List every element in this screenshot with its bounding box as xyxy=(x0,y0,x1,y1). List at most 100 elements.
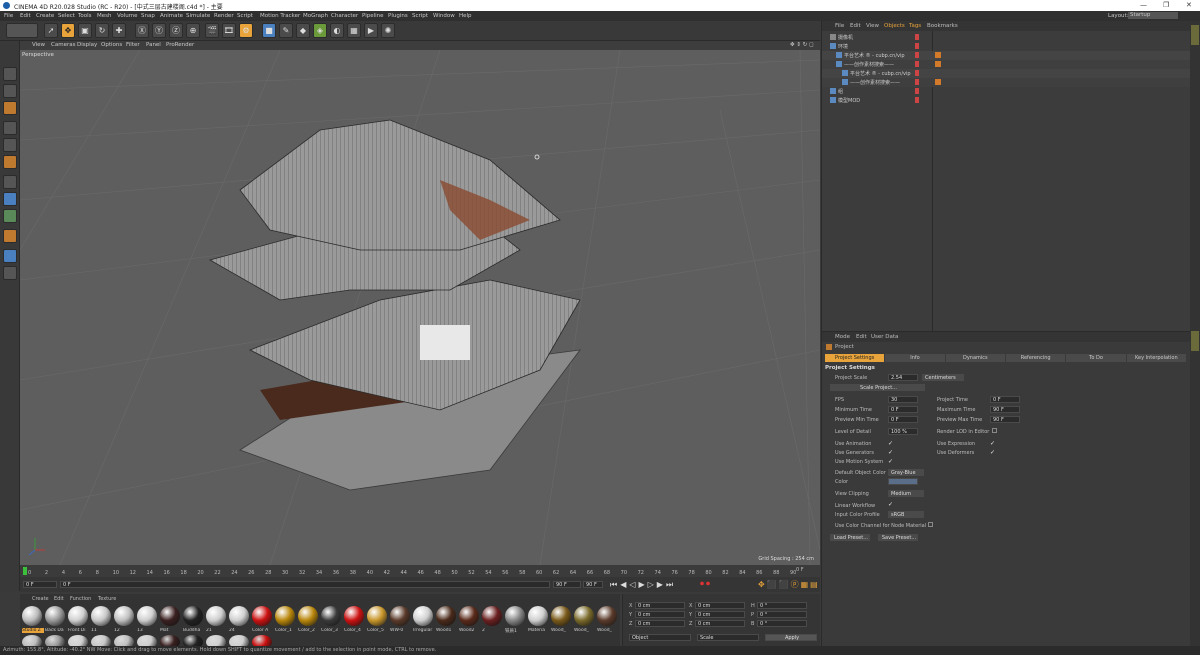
mat-menu-texture[interactable]: Texture xyxy=(98,596,116,602)
render-lod-checkbox[interactable] xyxy=(992,428,997,433)
vp-menu-options[interactable]: Options xyxy=(101,42,122,48)
material-label[interactable]: Color_2 xyxy=(298,628,320,633)
checkmark-icon[interactable]: ✓ xyxy=(990,449,995,456)
start-frame-field[interactable]: 0 F xyxy=(23,581,57,588)
material-swatch[interactable] xyxy=(275,606,295,626)
material-label[interactable]: Wood_ xyxy=(597,628,619,633)
cube-icon[interactable]: ■ xyxy=(262,23,276,38)
snapping-icon[interactable] xyxy=(3,209,17,223)
material-label[interactable]: Front Di xyxy=(68,628,90,633)
material-swatch[interactable] xyxy=(482,606,502,626)
object-row[interactable]: 模型MOD xyxy=(822,96,1191,105)
material-label[interactable]: Color A xyxy=(252,628,274,633)
material-swatch[interactable] xyxy=(459,606,479,626)
coord-field[interactable]: 0 ° xyxy=(757,602,807,609)
cloner-icon[interactable]: ◈ xyxy=(313,23,327,38)
coord-field[interactable]: 0 ° xyxy=(757,611,807,618)
attr-field-value[interactable]: 0 F xyxy=(888,416,918,423)
keyframe-tools-icon[interactable]: ✥⬛⬛ⓟ▦▤ xyxy=(758,579,820,590)
color-swatch[interactable] xyxy=(888,478,918,485)
z-axis-lock-icon[interactable]: Ⓩ xyxy=(169,23,183,38)
coord-field[interactable]: 0 cm xyxy=(695,602,745,609)
attr-field-value[interactable]: 0 F xyxy=(888,406,918,413)
om-menu-view[interactable]: View xyxy=(866,23,879,29)
playback-controls[interactable]: ⏮◀◁▶▷▶⏭ xyxy=(610,580,676,590)
om-menu-edit[interactable]: Edit xyxy=(850,23,861,29)
material-label[interactable]: Studio Z xyxy=(22,628,44,633)
menu-select[interactable]: Select xyxy=(58,13,75,19)
object-row[interactable]: 平台艺术 ® - cubp.cn/vip xyxy=(822,69,1191,78)
coord-field[interactable]: 0 cm xyxy=(635,602,685,609)
material-label[interactable]: Color_4 xyxy=(344,628,366,633)
vp-menu-panel[interactable]: Panel xyxy=(146,42,161,48)
preview-end-field[interactable]: 90 F xyxy=(583,581,603,588)
material-swatch[interactable] xyxy=(551,606,571,626)
floor-icon[interactable]: ▦ xyxy=(347,23,361,38)
menu-snap[interactable]: Snap xyxy=(141,13,155,19)
dock-tab-objects[interactable] xyxy=(1191,25,1199,45)
coordinate-system-icon[interactable]: ⊕ xyxy=(186,23,200,38)
dock-tab-attributes[interactable] xyxy=(1191,331,1199,351)
vp-menu-display[interactable]: Display xyxy=(77,42,97,48)
material-tag-icon[interactable] xyxy=(935,61,941,67)
material-swatch[interactable] xyxy=(137,606,157,626)
coord-field[interactable]: 0 cm xyxy=(695,611,745,618)
y-axis-lock-icon[interactable]: Ⓨ xyxy=(152,23,166,38)
vp-menu-filter[interactable]: Filter xyxy=(126,42,140,48)
checkmark-icon[interactable]: ✓ xyxy=(990,440,995,447)
attr-field-value[interactable]: 30 xyxy=(888,396,918,403)
texture-mode-icon[interactable] xyxy=(3,101,17,115)
undo-redo-button[interactable] xyxy=(6,23,38,38)
menu-motion-tracker[interactable]: Motion Tracker xyxy=(260,13,300,19)
material-swatch[interactable] xyxy=(574,606,594,626)
view-clipping-select[interactable]: Medium xyxy=(888,490,924,497)
frame-range-slider[interactable]: 0 F xyxy=(60,581,550,588)
material-swatch[interactable] xyxy=(367,606,387,626)
live-selection-icon[interactable]: ➚ xyxy=(44,23,58,38)
attr-field-value[interactable]: 90 F xyxy=(990,416,1020,423)
checkmark-icon[interactable]: ✓ xyxy=(888,440,893,447)
material-label[interactable]: 21 xyxy=(206,628,228,633)
visibility-dot-icon[interactable] xyxy=(915,79,919,85)
edges-mode-icon[interactable] xyxy=(3,138,17,152)
object-row[interactable]: ——创作素材搜索—— xyxy=(822,60,1191,69)
material-swatch[interactable] xyxy=(114,606,134,626)
menu-window[interactable]: Window xyxy=(433,13,455,19)
coord-field[interactable]: 0 cm xyxy=(635,611,685,618)
load-preset-button[interactable]: Load Preset... xyxy=(830,534,870,541)
material-label[interactable]: 12 xyxy=(114,628,136,633)
material-label[interactable]: Materia xyxy=(528,628,550,633)
attribute-tab[interactable]: To Do xyxy=(1066,354,1126,362)
material-label[interactable]: Back Da xyxy=(45,628,67,633)
material-label[interactable]: 11 xyxy=(91,628,113,633)
material-label[interactable]: 2 xyxy=(482,628,504,633)
material-swatch[interactable] xyxy=(22,606,42,626)
coord-mode-select[interactable]: Object xyxy=(629,634,691,641)
material-label[interactable]: WW-0 xyxy=(390,628,412,633)
am-menu-user-data[interactable]: User Data xyxy=(871,334,898,340)
rotate-tool-icon[interactable]: ↻ xyxy=(95,23,109,38)
planar-workplane-icon[interactable] xyxy=(3,266,17,280)
vp-menu-view[interactable]: View xyxy=(32,42,45,48)
visibility-dot-icon[interactable] xyxy=(915,34,919,40)
attribute-tab[interactable]: Key Interpolation xyxy=(1126,354,1186,362)
make-editable-icon[interactable] xyxy=(3,67,17,81)
menu-mograph[interactable]: MoGraph xyxy=(303,13,328,19)
vp-menu-prorender[interactable]: ProRender xyxy=(166,42,194,48)
menu-pipeline[interactable]: Pipeline xyxy=(362,13,384,19)
material-label[interactable]: Wood_ xyxy=(551,628,573,633)
material-swatch[interactable] xyxy=(390,606,410,626)
menu-render[interactable]: Render xyxy=(214,13,234,19)
material-swatch[interactable] xyxy=(183,606,203,626)
menu-character[interactable]: Character xyxy=(331,13,358,19)
vp-menu-cameras[interactable]: Cameras xyxy=(51,42,75,48)
am-menu-mode[interactable]: Mode xyxy=(835,334,850,340)
attribute-tab[interactable]: Info xyxy=(885,354,945,362)
deformer-icon[interactable]: ◐ xyxy=(330,23,344,38)
coord-field[interactable]: 0 cm xyxy=(695,620,745,627)
mat-menu-edit[interactable]: Edit xyxy=(54,596,64,602)
attribute-tab[interactable]: Project Settings xyxy=(825,354,885,362)
om-menu-objects[interactable]: Objects xyxy=(884,23,905,29)
axis-mode-icon[interactable] xyxy=(3,175,17,189)
menu-tools[interactable]: Tools xyxy=(78,13,92,19)
